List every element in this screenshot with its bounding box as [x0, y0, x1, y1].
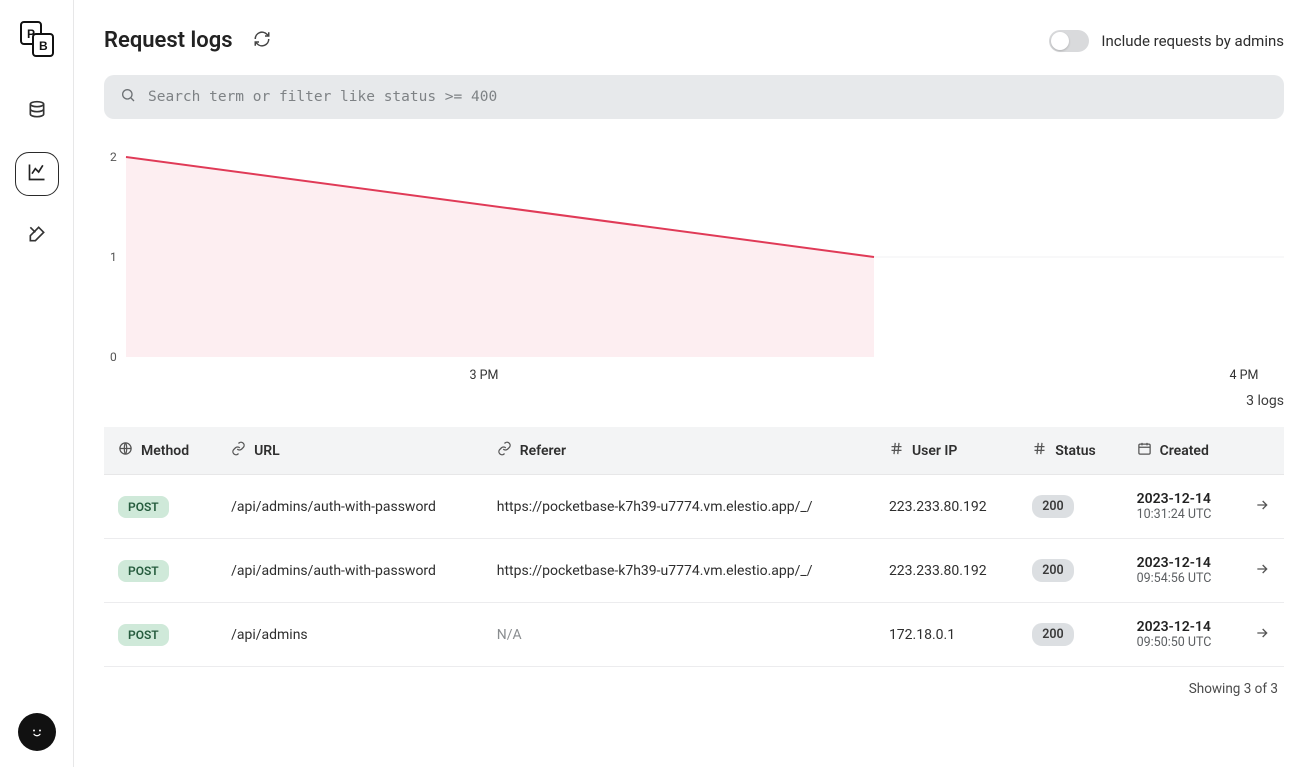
table-row[interactable]: POST/api/admins/auth-with-passwordhttps:…	[104, 539, 1284, 603]
page-header: Request logs Include requests by admins	[104, 28, 1284, 53]
cell-url: /api/admins	[217, 603, 483, 667]
hash-icon	[1032, 441, 1047, 460]
x-tick-0: 3 PM	[470, 368, 499, 383]
cell-referer: https://pocketbase-k7h39-u7774.vm.elesti…	[483, 539, 875, 603]
refresh-icon	[253, 30, 271, 52]
col-status-label: Status	[1055, 443, 1095, 459]
table-row[interactable]: POST/api/admins/auth-with-passwordhttps:…	[104, 475, 1284, 539]
cell-referer: N/A	[483, 603, 875, 667]
main-content: Request logs Include requests by admins	[74, 0, 1314, 767]
refresh-button[interactable]	[251, 30, 273, 52]
sidebar: P B	[0, 0, 74, 767]
col-url[interactable]: URL	[217, 427, 483, 475]
row-open-button[interactable]	[1240, 539, 1284, 603]
method-badge: POST	[118, 496, 169, 518]
nav-item-collections[interactable]	[15, 90, 59, 134]
database-icon	[27, 100, 47, 124]
status-badge: 200	[1032, 623, 1073, 646]
x-tick-1: 4 PM	[1230, 368, 1259, 383]
app-logo: P B	[19, 20, 55, 58]
col-method[interactable]: Method	[104, 427, 217, 475]
svg-text:B: B	[39, 39, 48, 53]
status-badge: 200	[1032, 495, 1073, 518]
chart-line-icon	[27, 162, 47, 186]
table-row[interactable]: POST/api/adminsN/A172.18.0.1 200 2023-12-1…	[104, 603, 1284, 667]
table-footer: Showing 3 of 3	[104, 667, 1284, 697]
logs-count: 3 logs	[104, 393, 1284, 409]
tools-icon	[27, 224, 47, 248]
row-open-button[interactable]	[1240, 475, 1284, 539]
page-title: Request logs	[104, 28, 233, 53]
col-url-label: URL	[254, 443, 280, 459]
search-bar[interactable]	[104, 75, 1284, 119]
row-open-button[interactable]	[1240, 603, 1284, 667]
cell-user-ip: 223.233.80.192	[875, 475, 1018, 539]
cell-user-ip: 223.233.80.192	[875, 539, 1018, 603]
cell-created: 2023-12-1409:50:50 UTC	[1123, 603, 1240, 667]
col-method-label: Method	[141, 443, 189, 459]
link-icon	[231, 441, 246, 460]
col-status[interactable]: Status	[1018, 427, 1122, 475]
cell-user-ip: 172.18.0.1	[875, 603, 1018, 667]
include-admins-toggle[interactable]	[1049, 30, 1089, 52]
arrow-right-icon	[1254, 565, 1270, 581]
search-input[interactable]	[148, 89, 1268, 105]
nav-item-logs[interactable]	[15, 152, 59, 196]
col-actions	[1240, 427, 1284, 475]
globe-icon	[118, 441, 133, 460]
hash-icon	[889, 441, 904, 460]
nav-items	[15, 90, 59, 258]
include-admins-label: Include requests by admins	[1101, 32, 1284, 50]
y-tick-1: 1	[110, 250, 117, 264]
cell-url: /api/admins/auth-with-password	[217, 475, 483, 539]
col-referer[interactable]: Referer	[483, 427, 875, 475]
status-badge: 200	[1032, 559, 1073, 582]
col-created[interactable]: Created	[1123, 427, 1240, 475]
col-user-ip[interactable]: User IP	[875, 427, 1018, 475]
col-referer-label: Referer	[520, 443, 566, 459]
arrow-right-icon	[1254, 501, 1270, 517]
y-tick-0: 0	[110, 350, 117, 364]
cell-referer: https://pocketbase-k7h39-u7774.vm.elesti…	[483, 475, 875, 539]
search-icon	[120, 87, 136, 107]
method-badge: POST	[118, 624, 169, 646]
arrow-right-icon	[1254, 629, 1270, 645]
y-tick-2: 2	[110, 150, 117, 164]
calendar-icon	[1137, 441, 1152, 460]
link-icon	[497, 441, 512, 460]
avatar[interactable]	[18, 713, 56, 751]
chart-area	[126, 157, 874, 357]
logs-table: Method URL Ref	[104, 427, 1284, 667]
col-created-label: Created	[1160, 443, 1209, 459]
nav-item-settings[interactable]	[15, 214, 59, 258]
requests-chart: 2 1 0 3 PM 4 PM	[104, 143, 1284, 383]
cell-created: 2023-12-1410:31:24 UTC	[1123, 475, 1240, 539]
method-badge: POST	[118, 560, 169, 582]
col-user-ip-label: User IP	[912, 443, 957, 459]
cell-created: 2023-12-1409:54:56 UTC	[1123, 539, 1240, 603]
cell-url: /api/admins/auth-with-password	[217, 539, 483, 603]
